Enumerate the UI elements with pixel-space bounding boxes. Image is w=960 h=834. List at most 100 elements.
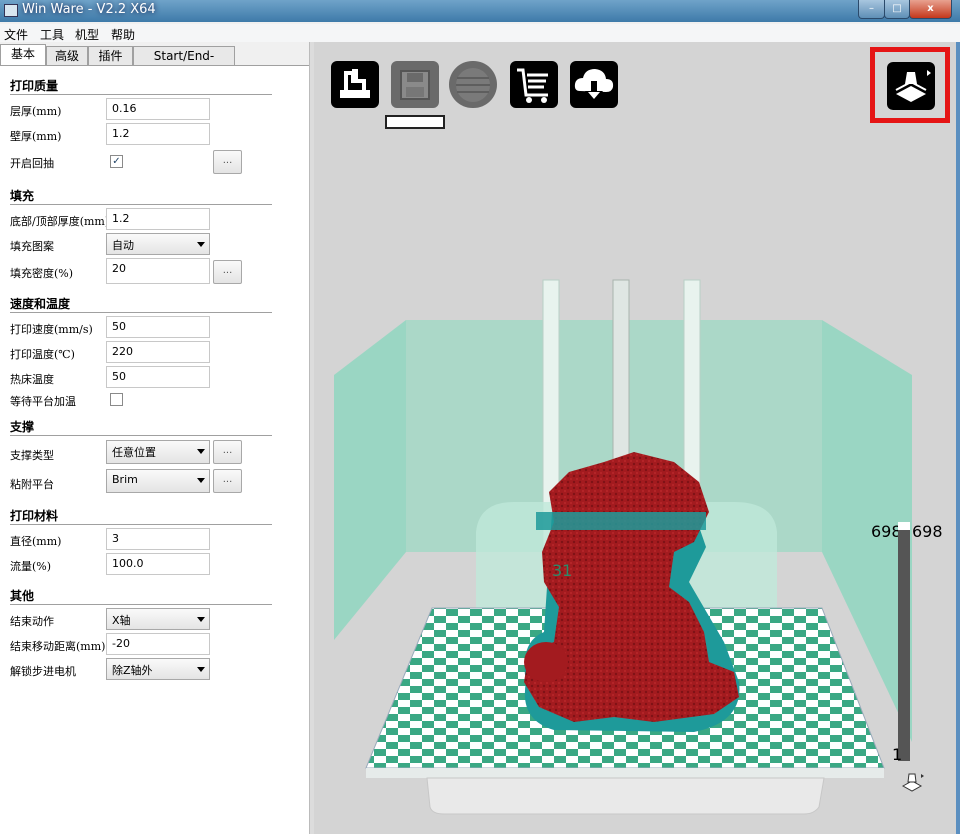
shell-thickness-input[interactable]: 1.2 (106, 123, 210, 145)
fill-settings-button[interactable]: ... (213, 260, 242, 284)
section-print-quality: 打印质量 (10, 79, 59, 93)
window-title: Win Ware - V2.2 X64 (22, 2, 156, 17)
bed-temp-label: 热床温度 (10, 373, 54, 386)
adhesion-select[interactable]: Brim (106, 469, 210, 493)
diameter-input[interactable]: 3 (106, 528, 210, 550)
layer-height-label: 层厚(mm) (10, 105, 62, 118)
layer-bottom-label: 1 (892, 745, 903, 764)
section-fill: 填充 (10, 189, 35, 203)
section-divider (10, 524, 272, 525)
maximize-button[interactable]: □ (884, 0, 910, 19)
menu-help[interactable]: 帮助 (111, 26, 135, 43)
print-temp-input[interactable]: 220 (106, 341, 210, 363)
load-model-button[interactable] (331, 61, 379, 108)
unlock-motor-value: 除Z轴外 (112, 664, 153, 677)
chevron-down-icon (197, 449, 205, 454)
end-action-value: X轴 (112, 614, 131, 627)
window-edge (956, 42, 960, 834)
layer-view-button[interactable] (887, 62, 935, 110)
menu-tools[interactable]: 工具 (40, 26, 64, 43)
tab-start-end-gcode[interactable]: Start/End-GCode (133, 46, 235, 81)
end-distance-input[interactable]: -20 (106, 633, 210, 655)
cloud-download-button[interactable] (570, 61, 618, 108)
flow-label: 流量(%) (10, 560, 52, 573)
retraction-settings-button[interactable]: ... (213, 150, 242, 174)
minimize-button[interactable]: – (858, 0, 885, 19)
unlock-motor-label: 解锁步进电机 (10, 665, 76, 678)
support-type-select[interactable]: 任意位置 (106, 440, 210, 464)
support-type-value: 任意位置 (112, 446, 156, 459)
close-button[interactable]: x (909, 0, 952, 19)
menu-file[interactable]: 文件 (4, 26, 28, 43)
tab-basic[interactable]: 基本 (0, 44, 46, 67)
support-type-label: 支撑类型 (10, 449, 54, 462)
fill-density-label: 填充密度(%) (10, 267, 74, 280)
layer-slider-track[interactable] (898, 527, 910, 761)
retraction-label: 开启回抽 (10, 157, 54, 170)
section-divider (10, 312, 272, 313)
scene-svg: 31 (334, 279, 912, 815)
app-window: Win Ware - V2.2 X64 – □ x 文件 工具 机型 帮助 基本… (0, 0, 960, 834)
section-material: 打印材料 (10, 509, 59, 523)
chevron-down-icon (197, 617, 205, 622)
save-button[interactable] (391, 61, 439, 108)
shell-thickness-label: 壁厚(mm) (10, 130, 62, 143)
section-divider (10, 204, 272, 205)
unlock-motor-select[interactable]: 除Z轴外 (106, 658, 210, 680)
bed-edge (366, 768, 884, 778)
print-speed-label: 打印速度(mm/s) (10, 323, 93, 336)
section-speed-temp: 速度和温度 (10, 297, 71, 311)
menu-machine[interactable]: 机型 (75, 26, 99, 43)
3d-viewport[interactable]: 31 698 698 1 (314, 42, 956, 834)
chevron-down-icon (197, 242, 205, 247)
diameter-label: 直径(mm) (10, 535, 62, 548)
layer-view-highlight (870, 47, 950, 123)
model-band (536, 512, 706, 530)
adhesion-label: 粘附平台 (10, 478, 54, 491)
layer-slider-handle[interactable] (898, 522, 910, 530)
bottom-top-thickness-label: 底部/顶部厚度(mm) (10, 215, 110, 228)
fill-pattern-label: 填充图案 (10, 240, 54, 253)
section-support: 支撑 (10, 420, 35, 434)
wait-bed-label: 等待平台加温 (10, 395, 76, 408)
settings-panel: 基本 高级 插件 Start/End-GCode 打印质量 层厚(mm) 0.1… (0, 42, 309, 834)
print-speed-input[interactable]: 50 (106, 316, 210, 338)
fill-pattern-select[interactable]: 自动 (106, 233, 210, 255)
slice-button[interactable] (449, 61, 497, 108)
end-distance-label: 结束移动距离(mm) (10, 640, 106, 653)
print-queue-button[interactable] (510, 61, 558, 108)
cart-icon (517, 68, 548, 103)
wait-bed-checkbox[interactable] (110, 393, 123, 406)
layer-height-input[interactable]: 0.16 (106, 98, 210, 120)
bed-number-text: 31 (552, 561, 572, 580)
end-action-label: 结束动作 (10, 615, 54, 628)
slice-icon (456, 68, 490, 102)
build-volume-left (334, 320, 406, 640)
end-action-select[interactable]: X轴 (106, 608, 210, 630)
save-icon (400, 70, 430, 100)
section-other: 其他 (10, 589, 35, 603)
layers-icon (895, 70, 931, 102)
retraction-checkbox[interactable]: ✓ (110, 155, 123, 168)
settings-tabs: 基本 高级 插件 Start/End-GCode (0, 44, 309, 81)
title-bar[interactable]: Win Ware - V2.2 X64 – □ x (0, 0, 960, 22)
tab-advanced[interactable]: 高级 (46, 46, 88, 66)
settings-content: 打印质量 层厚(mm) 0.16 壁厚(mm) 1.2 开启回抽 ✓ ... 填… (0, 65, 309, 834)
bottom-top-thickness-input[interactable]: 1.2 (106, 208, 210, 230)
app-icon (4, 4, 18, 17)
fill-pattern-value: 自动 (112, 239, 134, 252)
fill-density-input[interactable]: 20 (106, 258, 210, 284)
layer-top-right: 698 (912, 522, 943, 541)
layer-mini-icon (901, 773, 924, 792)
adhesion-value: Brim (112, 473, 138, 486)
section-divider (10, 435, 272, 436)
load-icon (340, 69, 370, 98)
section-divider (10, 94, 272, 95)
print-temp-label: 打印温度(℃) (10, 348, 75, 361)
tab-plugins[interactable]: 插件 (88, 46, 133, 66)
bed-temp-input[interactable]: 50 (106, 366, 210, 388)
support-settings-button[interactable]: ... (213, 440, 242, 464)
menu-bar: 文件 工具 机型 帮助 (0, 24, 960, 42)
adhesion-settings-button[interactable]: ... (213, 469, 242, 493)
flow-input[interactable]: 100.0 (106, 553, 210, 575)
